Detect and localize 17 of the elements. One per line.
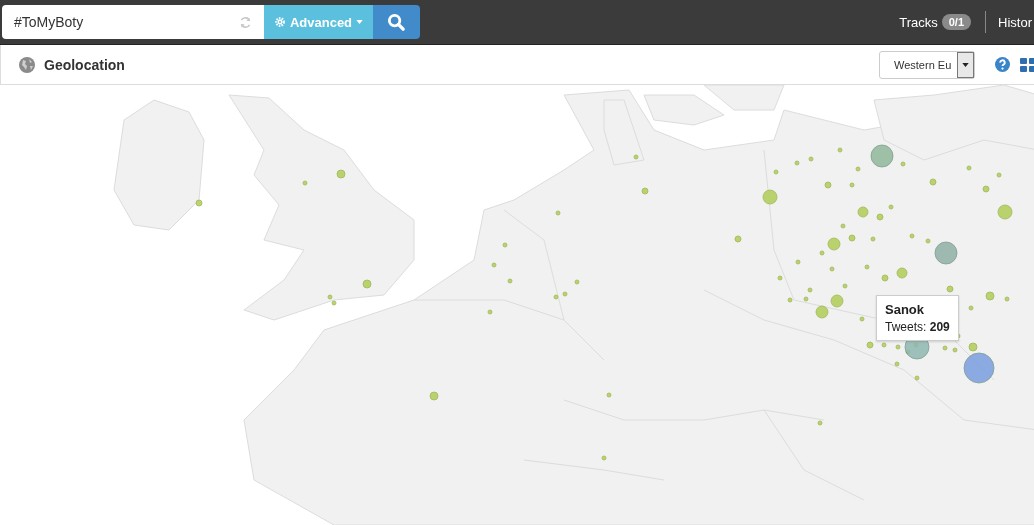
globe-icon xyxy=(19,56,35,73)
grid-icon[interactable] xyxy=(1020,57,1034,72)
caret-icon xyxy=(962,62,969,67)
tooltip-label: Tweets: xyxy=(885,320,927,334)
search-button[interactable] xyxy=(373,5,420,39)
search-icon xyxy=(387,12,406,32)
caret-icon xyxy=(356,20,364,24)
tooltip-place: Sanok xyxy=(885,302,925,317)
panel-title: Geolocation xyxy=(44,56,125,73)
region-select[interactable]: Western Eu xyxy=(879,50,975,79)
tracks-count-badge: 0/1 xyxy=(941,14,972,30)
search-field[interactable]: #ToMyBoty xyxy=(2,5,264,39)
tooltip-value: 209 xyxy=(929,320,950,334)
help-icon[interactable] xyxy=(995,57,1010,72)
gear-icon xyxy=(273,16,286,28)
tracks-label[interactable]: Tracks xyxy=(899,14,938,30)
history-link[interactable]: Histor xyxy=(998,14,1032,30)
